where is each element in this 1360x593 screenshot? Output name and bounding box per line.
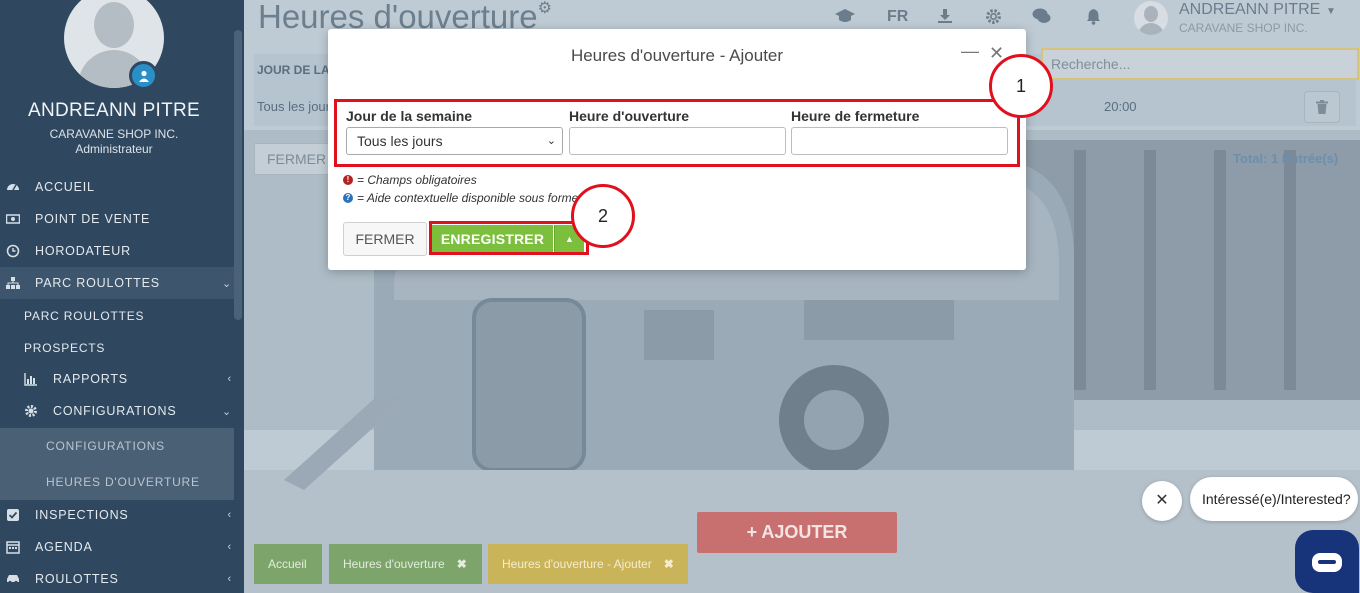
dashboard-icon xyxy=(7,184,19,191)
sidebar-item-label: POINT DE VENTE xyxy=(35,212,151,226)
checkbox-icon xyxy=(7,509,19,521)
chat-launcher-button[interactable] xyxy=(1295,530,1359,593)
trash-icon[interactable] xyxy=(1304,91,1340,123)
minimize-icon[interactable]: — xyxy=(961,41,979,62)
sidebar-item-parc-roulottes[interactable]: PARC ROULOTTES ⌄ xyxy=(0,267,234,299)
chat-close-icon[interactable]: ✕ xyxy=(1142,481,1182,521)
language-toggle[interactable]: FR xyxy=(887,8,908,26)
breadcrumb-accueil[interactable]: Accueil xyxy=(254,544,322,584)
bar-chart-icon xyxy=(24,373,37,386)
search-input[interactable]: Recherche... xyxy=(1041,48,1359,80)
chevron-left-icon: ‹ xyxy=(227,541,232,553)
sidebar-user-name: ANDREANN PITRE xyxy=(27,100,201,121)
chevron-left-icon: ‹ xyxy=(227,573,232,585)
sidebar-subitem-prospects[interactable]: PROSPECTS xyxy=(24,341,105,355)
chevron-left-icon: ‹ xyxy=(227,373,232,385)
sidebar-subitem-parc-roulottes[interactable]: PARC ROULOTTES xyxy=(24,309,144,323)
sidebar-item-label: INSPECTIONS xyxy=(35,508,129,522)
sidebar-subitem-heures-ouverture[interactable]: HEURES D'OUVERTURE xyxy=(46,475,200,489)
gear-icon xyxy=(25,405,37,417)
sidebar-item-label: ROULOTTES xyxy=(35,572,119,586)
download-icon[interactable] xyxy=(937,8,953,24)
sidebar-user-role: Administrateur xyxy=(75,142,153,156)
table-cell-day: Tous les jour xyxy=(257,99,330,114)
header-avatar[interactable] xyxy=(1134,1,1168,35)
close-icon[interactable]: ✖ xyxy=(664,557,674,571)
sidebar-item-label: HORODATEUR xyxy=(35,244,131,258)
car-icon xyxy=(7,575,19,585)
table-cell-close-time: 20:00 xyxy=(1104,99,1137,114)
background-close-button[interactable]: FERMER xyxy=(254,143,332,175)
total-entries: Total: 1 Entrée(s) xyxy=(1233,151,1339,166)
close-icon[interactable]: ✖ xyxy=(457,557,467,571)
settings-icon[interactable] xyxy=(985,8,1002,25)
annotation-box-save xyxy=(429,221,589,255)
cash-icon xyxy=(6,214,20,224)
sidebar-item-label: ACCUEIL xyxy=(35,180,95,194)
chat-prompt-bubble[interactable]: Intéressé(e)/Interested? xyxy=(1190,477,1358,521)
sidebar-item-label: PARC ROULOTTES xyxy=(35,276,160,290)
sidebar-item-accueil[interactable]: ACCUEIL xyxy=(0,171,234,203)
sidebar-user-company: CARAVANE SHOP INC. xyxy=(49,127,179,141)
modal-title: Heures d'ouverture - Ajouter xyxy=(570,46,784,65)
user-badge-icon xyxy=(129,61,158,90)
sidebar-item-label: CONFIGURATIONS xyxy=(53,404,177,418)
sidebar-scrollbar[interactable] xyxy=(234,30,242,320)
sidebar-item-label: RAPPORTS xyxy=(53,372,128,386)
column-header-jour[interactable]: JOUR DE LA xyxy=(257,63,330,77)
add-button[interactable]: + AJOUTER xyxy=(697,512,897,553)
sidebar: ANDREANN PITRE CARAVANE SHOP INC. Admini… xyxy=(0,0,244,593)
clock-icon xyxy=(6,244,20,258)
sidebar-item-horodateur[interactable]: HORODATEUR xyxy=(0,235,234,267)
annotation-callout-2: 2 xyxy=(571,184,635,248)
gear-icon[interactable]: ⚙ xyxy=(538,0,552,17)
chat-icon[interactable] xyxy=(1032,8,1051,24)
legend-required: ! = Champs obligatoires xyxy=(343,173,477,187)
breadcrumb-heures-ouverture-ajouter[interactable]: Heures d'ouverture - Ajouter ✖ xyxy=(488,544,688,584)
header-user-company: CARAVANE SHOP INC. xyxy=(1179,21,1308,35)
sidebar-item-agenda[interactable]: AGENDA ‹ xyxy=(0,531,234,563)
sidebar-subitem-configurations-page[interactable]: CONFIGURATIONS xyxy=(46,439,165,453)
sidebar-item-inspections[interactable]: INSPECTIONS ‹ xyxy=(0,499,234,531)
sidebar-subitem-configurations[interactable]: CONFIGURATIONS ⌄ xyxy=(18,395,234,427)
required-icon: ! xyxy=(343,175,353,185)
sidebar-item-roulottes[interactable]: ROULOTTES ‹ xyxy=(0,563,234,593)
graduation-cap-icon[interactable] xyxy=(834,8,856,24)
chevron-down-icon[interactable]: ▼ xyxy=(1326,6,1336,17)
sidebar-item-label: AGENDA xyxy=(35,540,93,554)
breadcrumb-heures-ouverture[interactable]: Heures d'ouverture ✖ xyxy=(329,544,482,584)
chevron-left-icon: ‹ xyxy=(227,509,232,521)
sidebar-subitem-rapports[interactable]: RAPPORTS ‹ xyxy=(18,363,234,395)
header-user-name[interactable]: ANDREANN PITRE xyxy=(1179,1,1320,19)
sidebar-item-point-de-vente[interactable]: POINT DE VENTE xyxy=(0,203,234,235)
calendar-icon xyxy=(6,541,20,554)
annotation-box-fields xyxy=(334,99,1020,167)
bell-icon[interactable] xyxy=(1086,8,1101,25)
cancel-button[interactable]: FERMER xyxy=(343,222,427,256)
annotation-callout-1: 1 xyxy=(989,54,1053,118)
help-icon: ? xyxy=(343,193,353,203)
chevron-down-icon: ⌄ xyxy=(221,278,232,290)
message-icon xyxy=(1312,553,1342,572)
chevron-down-icon: ⌄ xyxy=(221,406,232,418)
sitemap-icon xyxy=(6,277,20,289)
